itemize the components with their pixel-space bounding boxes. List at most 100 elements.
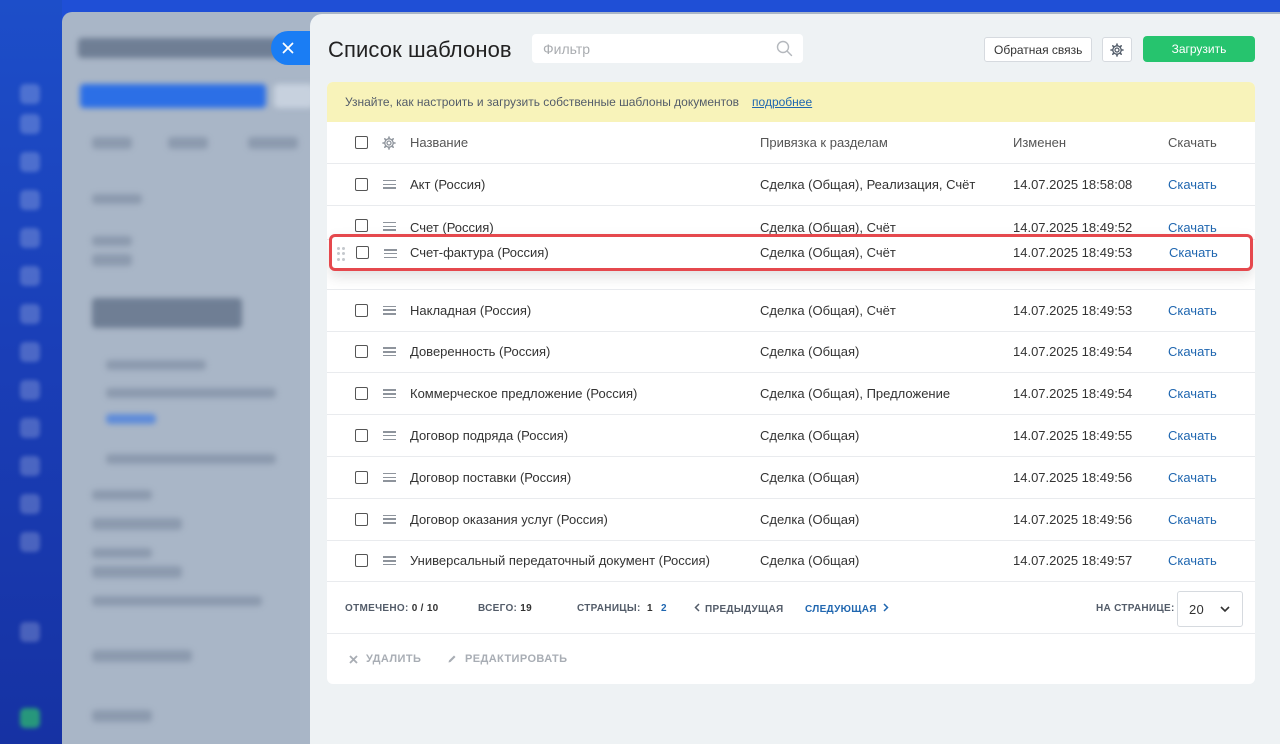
column-header-binding[interactable]: Привязка к разделам (760, 135, 888, 150)
drag-handle-icon[interactable] (383, 514, 396, 524)
next-page-button[interactable]: СЛЕДУЮЩАЯ (805, 602, 889, 615)
bg-menu-icon (20, 152, 40, 172)
template-binding: Сделка (Общая) (760, 344, 860, 360)
bg-menu-icon (20, 532, 40, 552)
drag-handle-icon[interactable] (383, 389, 396, 399)
drag-handle-icon[interactable] (383, 305, 396, 315)
template-name: Счет-фактура (Россия) (410, 245, 549, 260)
total-label: ВСЕГО: (478, 603, 518, 614)
info-notice: Узнайте, как настроить и загрузить собст… (327, 82, 1255, 122)
download-link[interactable]: Скачать (1168, 177, 1217, 192)
pencil-icon (448, 655, 456, 663)
drag-handle-icon[interactable] (383, 431, 396, 441)
templates-panel: Список шаблонов Обратная связь Загрузить… (310, 14, 1280, 744)
template-modified: 14.07.2025 18:49:53 (1013, 245, 1133, 260)
download-link[interactable]: Скачать (1168, 220, 1217, 235)
download-link[interactable]: Скачать (1168, 470, 1217, 485)
template-modified: 14.07.2025 18:49:53 (1013, 302, 1133, 318)
row-checkbox[interactable] (355, 218, 368, 232)
page-2-link[interactable]: 2 (661, 603, 667, 614)
bg-menu-icon (20, 228, 40, 248)
per-page-label: НА СТРАНИЦЕ: (1096, 603, 1175, 614)
next-page-label: СЛЕДУЮЩАЯ (805, 603, 877, 615)
column-settings-icon[interactable] (382, 135, 396, 150)
chevron-right-icon (883, 602, 889, 612)
learn-more-link[interactable]: подробнее (752, 95, 812, 109)
template-modified: 14.07.2025 18:49:52 (1013, 219, 1133, 235)
row-checkbox[interactable] (355, 345, 368, 359)
checked-counter: ОТМЕЧЕНО: 0 / 10 (345, 603, 439, 614)
template-name: Доверенность (Россия) (410, 344, 551, 360)
table-row[interactable]: Накладная (Россия) Сделка (Общая), Счёт … (327, 290, 1255, 332)
grip-icon[interactable] (337, 247, 345, 261)
filter-box[interactable] (532, 34, 803, 63)
drag-handle-icon[interactable] (383, 179, 396, 189)
column-header-modified[interactable]: Изменен (1013, 135, 1066, 150)
row-checkbox[interactable] (355, 554, 368, 568)
delete-button[interactable]: УДАЛИТЬ (349, 653, 421, 665)
feedback-button[interactable]: Обратная связь (984, 37, 1093, 62)
table-row[interactable]: Акт (Россия) Сделка (Общая), Реализация,… (327, 164, 1255, 206)
template-binding: Сделка (Общая), Счёт (760, 245, 896, 260)
template-modified: 14.07.2025 18:49:54 (1013, 386, 1133, 402)
checked-label: ОТМЕЧЕНО: (345, 603, 409, 614)
upload-button[interactable]: Загрузить (1143, 36, 1255, 62)
delete-label: УДАЛИТЬ (366, 653, 422, 665)
template-modified: 14.07.2025 18:49:56 (1013, 511, 1133, 527)
row-checkbox[interactable] (355, 429, 368, 443)
template-name: Коммерческое предложение (Россия) (410, 386, 638, 402)
templates-card: Узнайте, как настроить и загрузить собст… (327, 82, 1255, 684)
chevron-left-icon (694, 602, 700, 612)
row-checkbox[interactable] (355, 387, 368, 401)
row-checkbox[interactable] (355, 470, 368, 484)
download-link[interactable]: Скачать (1168, 553, 1217, 568)
template-binding: Сделка (Общая) (760, 553, 860, 569)
table-row[interactable]: Коммерческое предложение (Россия) Сделка… (327, 373, 1255, 416)
drag-handle-icon[interactable] (383, 556, 396, 566)
bg-menu-icon (20, 304, 40, 324)
table-row[interactable]: Доверенность (Россия) Сделка (Общая) 14.… (327, 332, 1255, 374)
row-checkbox[interactable] (355, 303, 368, 317)
search-icon[interactable] (776, 40, 793, 57)
settings-button[interactable] (1102, 37, 1132, 62)
bg-chat-icon (20, 708, 40, 728)
template-binding: Сделка (Общая), Счёт (760, 302, 896, 318)
background-sidebar (0, 0, 62, 744)
row-checkbox[interactable] (356, 246, 369, 259)
page-1-link[interactable]: 1 (647, 603, 653, 614)
drag-handle-icon[interactable] (383, 347, 396, 357)
select-all-checkbox[interactable] (355, 136, 368, 149)
table-row[interactable]: Договор подряда (Россия) Сделка (Общая) … (327, 415, 1255, 457)
table-row[interactable]: Универсальный передаточный документ (Рос… (327, 541, 1255, 583)
table-row[interactable]: Договор оказания услуг (Россия) Сделка (… (327, 499, 1255, 541)
template-binding: Сделка (Общая) (760, 428, 860, 444)
total-value: 19 (520, 603, 533, 614)
prev-page-button[interactable]: ПРЕДЫДУЩАЯ (694, 602, 784, 615)
download-link[interactable]: Скачать (1168, 386, 1217, 401)
download-link[interactable]: Скачать (1168, 303, 1217, 318)
column-header-name[interactable]: Название (410, 135, 468, 150)
download-link[interactable]: Скачать (1169, 245, 1218, 260)
template-modified: 14.07.2025 18:49:56 (1013, 469, 1133, 485)
template-binding: Сделка (Общая) (760, 511, 860, 527)
per-page-select[interactable]: 20 (1177, 591, 1243, 627)
drag-handle-icon[interactable] (384, 249, 397, 258)
row-checkbox[interactable] (355, 177, 368, 191)
download-link[interactable]: Скачать (1168, 512, 1217, 527)
total-counter: ВСЕГО: 19 (478, 603, 532, 614)
drag-handle-icon[interactable] (383, 221, 396, 231)
drag-handle-icon[interactable] (383, 472, 396, 482)
filter-input[interactable] (543, 40, 776, 57)
download-link[interactable]: Скачать (1168, 344, 1217, 359)
row-checkbox[interactable] (355, 512, 368, 526)
download-link[interactable]: Скачать (1168, 428, 1217, 443)
bg-menu-icon (20, 342, 40, 362)
template-name: Накладная (Россия) (410, 302, 532, 318)
table-row[interactable]: Договор поставки (Россия) Сделка (Общая)… (327, 457, 1255, 499)
template-binding: Сделка (Общая), Счёт (760, 219, 896, 235)
template-binding: Сделка (Общая) (760, 469, 860, 485)
dragged-row[interactable]: Счет-фактура (Россия) Сделка (Общая), Сч… (329, 234, 1253, 271)
edit-button[interactable]: РЕДАКТИРОВАТЬ (447, 653, 567, 665)
column-header-download: Скачать (1168, 135, 1217, 150)
page-title: Список шаблонов (328, 37, 512, 62)
